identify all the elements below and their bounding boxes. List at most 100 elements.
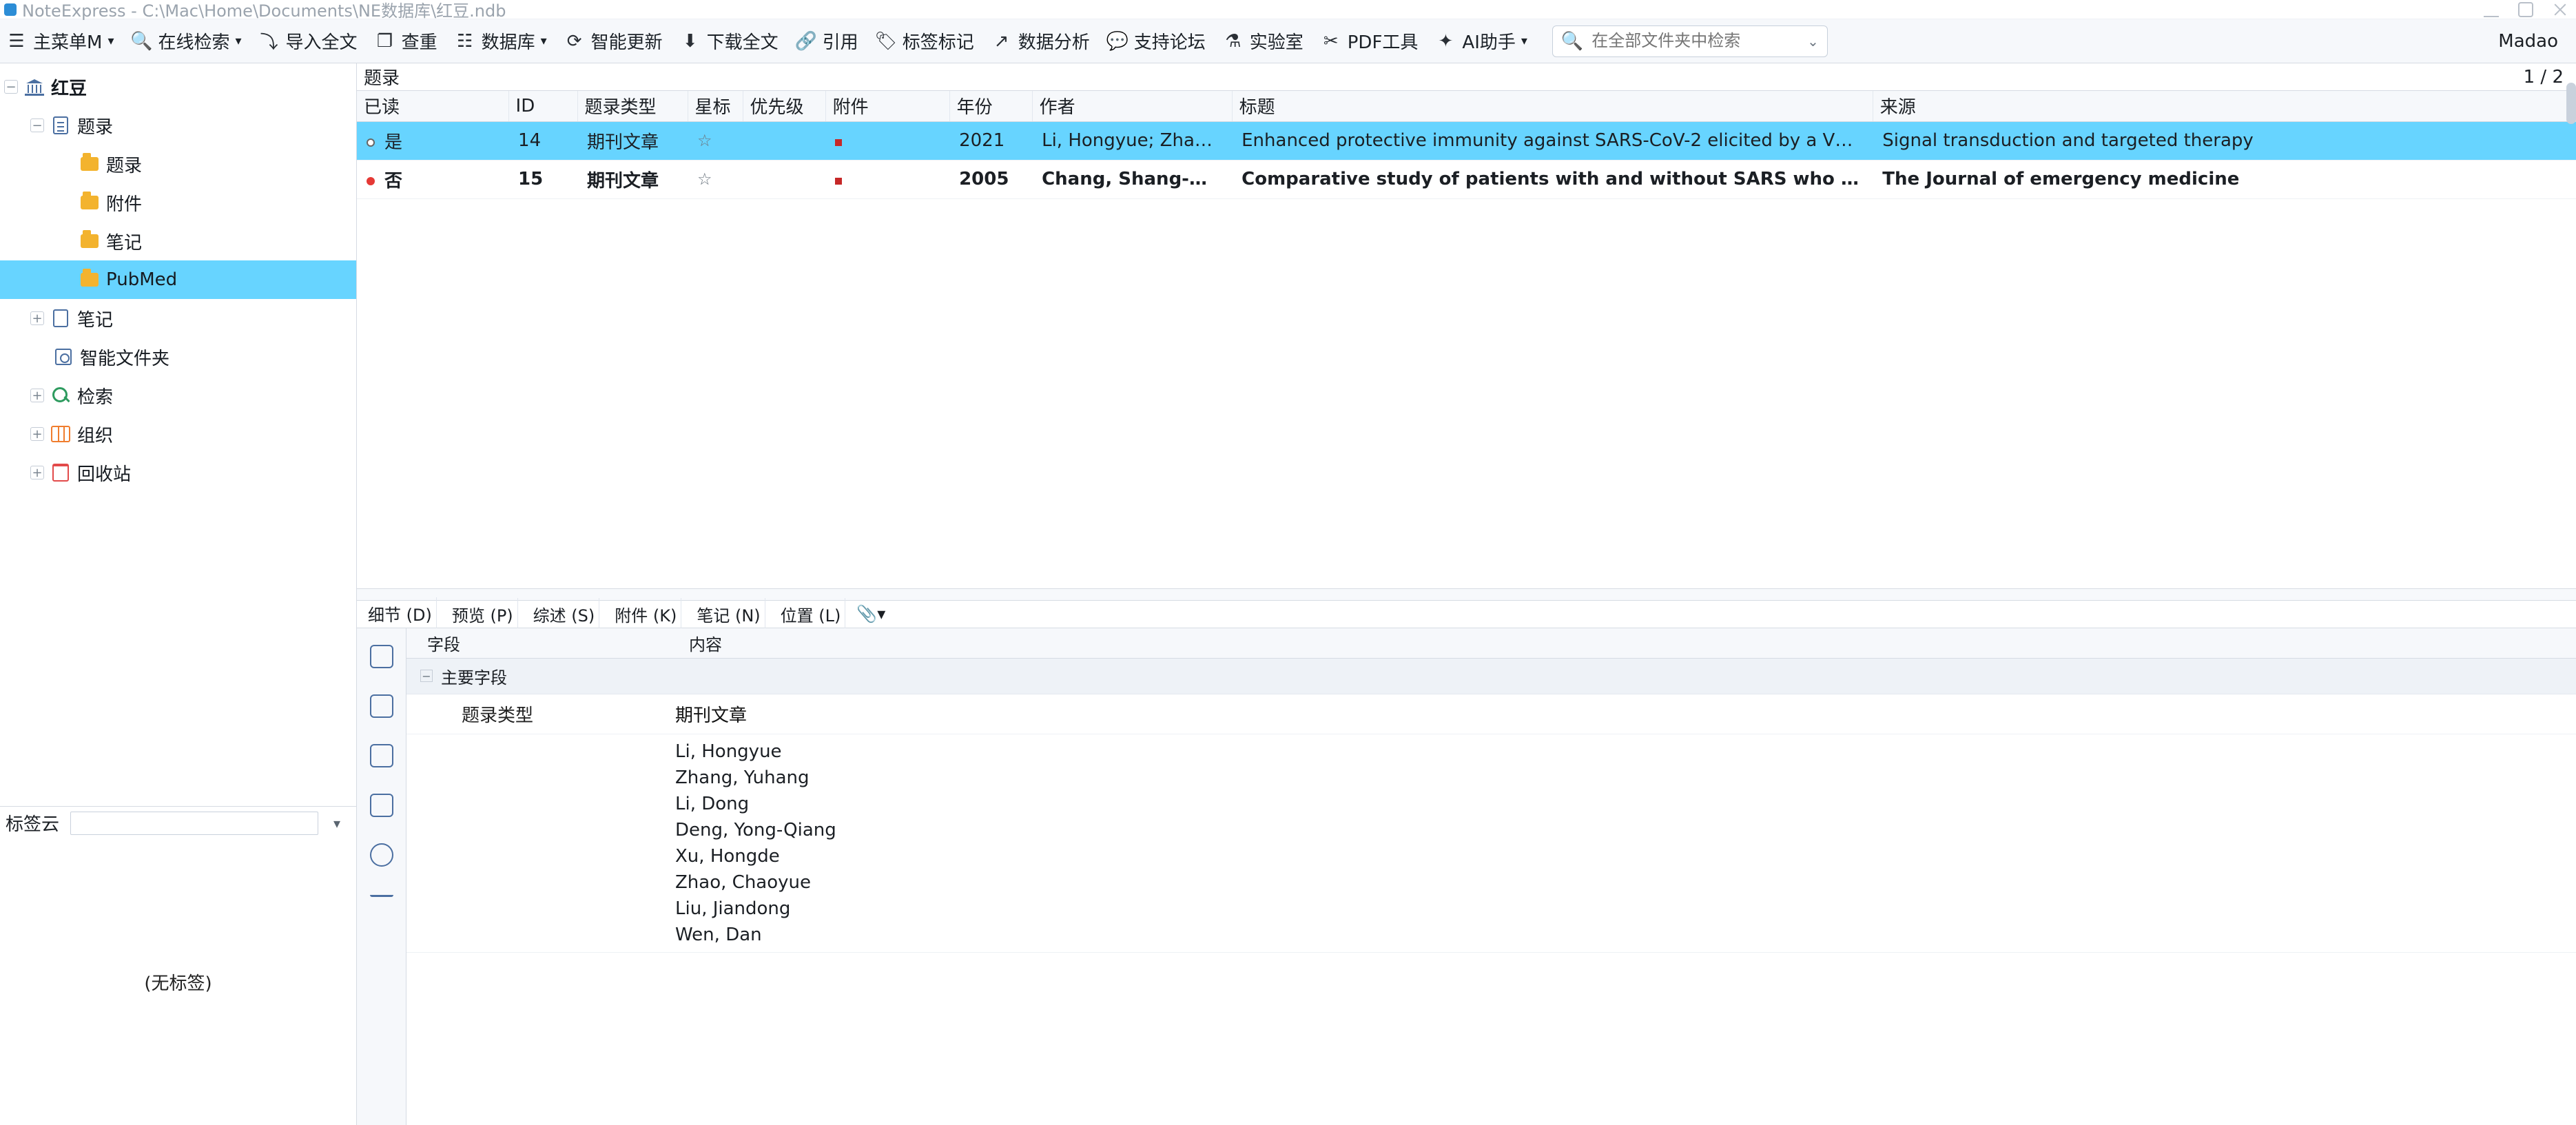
close-icon[interactable] xyxy=(2553,2,2568,17)
col-year[interactable]: 年份 xyxy=(949,91,1033,122)
toolbar-smart-update[interactable]: ⟳ 智能更新 xyxy=(565,28,663,54)
toolbar-duplicate-check[interactable]: ❐ 查重 xyxy=(375,28,437,54)
expand-icon[interactable]: + xyxy=(30,389,44,403)
tab-attachments[interactable]: 附件 (K) xyxy=(610,597,682,630)
chevron-down-icon: ▾ xyxy=(540,34,547,48)
expand-icon[interactable]: + xyxy=(30,311,44,326)
tab-summary[interactable]: 综述 (S) xyxy=(529,597,600,630)
eye-icon[interactable] xyxy=(369,843,393,867)
fields-col-field: 字段 xyxy=(427,634,460,654)
toolbar-support-forum[interactable]: 💬 支持论坛 xyxy=(1106,28,1206,54)
toolbar-import-fulltext[interactable]: ⤵ 导入全文 xyxy=(260,28,358,54)
col-type[interactable]: 题录类型 xyxy=(577,91,688,122)
col-attachment[interactable]: 附件 xyxy=(825,91,950,122)
toolbar-label: 在线检索 xyxy=(158,32,230,53)
toolbar-online-search[interactable]: 🔍 在线检索 ▾ xyxy=(130,28,241,54)
trend-icon[interactable] xyxy=(369,893,393,897)
detail-tabs: 细节 (D) 预览 (P) 综述 (S) 附件 (K) 笔记 (N) 位置 (L… xyxy=(357,597,2576,631)
authors-list[interactable]: Li, Hongyue Zhang, Yuhang Li, Dong Deng,… xyxy=(668,734,2576,952)
lock-icon[interactable] xyxy=(369,644,393,668)
toolbar-tag-mark[interactable]: 🏷 标签标记 xyxy=(874,28,974,54)
chevron-down-icon[interactable]: ⌄ xyxy=(1807,33,1819,50)
cell-title: Enhanced protective immunity against SAR… xyxy=(1232,121,1873,161)
tree-item-smart-folders[interactable]: 智能文件夹 xyxy=(0,338,356,376)
tree-root[interactable]: − 红豆 xyxy=(0,68,356,106)
expand-icon[interactable]: + xyxy=(30,466,44,480)
chevron-down-icon[interactable]: ▾ xyxy=(333,815,340,832)
tree-item-folder-citations[interactable]: 题录 xyxy=(0,145,356,183)
minimize-icon[interactable] xyxy=(2484,9,2499,17)
toolbar-label: 数据分析 xyxy=(1018,32,1090,53)
note-icon xyxy=(51,309,70,328)
star-icon[interactable]: ☆ xyxy=(697,131,712,150)
tree-item-search[interactable]: + 检索 xyxy=(0,376,356,415)
no-tags-text: (无标签) xyxy=(144,973,212,994)
col-source[interactable]: 来源 xyxy=(1873,91,2576,122)
tab-location[interactable]: 位置 (L) xyxy=(776,597,846,630)
tree-item-label: 笔记 xyxy=(77,309,114,331)
star-icon[interactable]: ☆ xyxy=(697,169,712,189)
tab-preview[interactable]: 预览 (P) xyxy=(448,597,518,630)
tab-notes[interactable]: 笔记 (N) xyxy=(692,597,765,630)
toolbar-database[interactable]: ☷ 数据库 ▾ xyxy=(455,28,547,54)
search-input-wrapper[interactable]: 🔍 ⌄ xyxy=(1552,25,1828,57)
maximize-icon[interactable] xyxy=(2518,1,2533,17)
collapse-icon[interactable]: − xyxy=(420,670,433,683)
expand-icon[interactable]: + xyxy=(30,427,44,442)
col-priority[interactable]: 优先级 xyxy=(743,91,826,122)
cell-star[interactable]: ☆ xyxy=(688,121,743,161)
tree-item-label: PubMed xyxy=(106,269,178,290)
col-star[interactable]: 星标 xyxy=(688,91,743,122)
toolbar-cite[interactable]: 🔗 引用 xyxy=(794,28,858,54)
pager: 1 / 2 xyxy=(2523,66,2564,87)
cell-star[interactable]: ☆ xyxy=(688,160,743,199)
fields-scrollbar[interactable] xyxy=(2566,83,2576,124)
collapse-icon[interactable]: − xyxy=(30,118,44,133)
record-icon[interactable] xyxy=(369,694,393,718)
tree-item-folder-attachments[interactable]: 附件 xyxy=(0,183,356,222)
col-id[interactable]: ID xyxy=(508,91,578,122)
main-toolbar: ☰ 主菜单M ▾ 🔍 在线检索 ▾ ⤵ 导入全文 ❐ 查重 ☷ 数据库 ▾ ⟳ 智能更… xyxy=(0,19,2576,63)
toolbar-main-menu[interactable]: ☰ 主菜单M ▾ xyxy=(7,28,114,54)
user-name[interactable]: Madao xyxy=(2498,31,2569,52)
col-author[interactable]: 作者 xyxy=(1032,91,1233,122)
note-icon[interactable] xyxy=(369,743,393,767)
search-input[interactable] xyxy=(1590,30,1801,52)
organize-icon xyxy=(51,424,70,444)
toolbar-label: 支持论坛 xyxy=(1133,32,1206,53)
fields-group[interactable]: − 主要字段 xyxy=(406,658,2576,694)
attachment-icon xyxy=(835,139,843,146)
tree-item-citations[interactable]: − 题录 xyxy=(0,106,356,145)
tree-item-organize[interactable]: + 组织 xyxy=(0,415,356,453)
tree-item-pubmed[interactable]: PubMed xyxy=(0,260,356,299)
toolbar-label: 主菜单M xyxy=(33,32,103,53)
cell-read[interactable]: 否 xyxy=(357,160,509,199)
tree-item-trash[interactable]: + 回收站 xyxy=(0,453,356,492)
paperclip-icon[interactable]: 📎▾ xyxy=(856,604,885,623)
title-bar: NoteExpress - C:\Mac\Home\Documents\NE数据… xyxy=(0,0,2576,21)
excel-icon[interactable] xyxy=(369,793,393,817)
tree-item-folder-notes[interactable]: 笔记 xyxy=(0,222,356,260)
read-indicator-icon xyxy=(367,138,375,147)
table-row[interactable]: 否 15 期刊文章 ☆ 2005 Chang, Shang-Mia. Compa… xyxy=(357,160,2576,199)
tree-item-notes[interactable]: + 笔记 xyxy=(0,299,356,338)
toolbar-lab[interactable]: ⚗ 实验室 xyxy=(1224,28,1304,54)
cell-read[interactable]: 是 xyxy=(357,121,509,161)
col-read[interactable]: 已读 xyxy=(357,91,509,122)
cell-title: Comparative study of patients with and w… xyxy=(1232,160,1873,199)
cell-attachment[interactable] xyxy=(825,121,950,161)
pane-divider[interactable] xyxy=(357,588,2576,601)
cell-attachment[interactable] xyxy=(825,160,950,199)
toolbar-data-analysis[interactable]: ↗ 数据分析 xyxy=(992,28,1090,54)
duplicate-icon: ❐ xyxy=(376,30,393,52)
author-item: Zhang, Yuhang xyxy=(675,767,810,788)
collapse-icon[interactable]: − xyxy=(4,80,18,94)
toolbar-pdf-tools[interactable]: ✂ PDF工具 xyxy=(1321,28,1419,54)
tab-details[interactable]: 细节 (D) xyxy=(364,597,437,631)
toolbar-ai-assistant[interactable]: ✦ AI助手 ▾ xyxy=(1436,28,1527,54)
col-title[interactable]: 标题 xyxy=(1232,91,1873,122)
tag-filter-input[interactable] xyxy=(70,811,319,835)
field-value[interactable]: 期刊文章 xyxy=(668,694,2576,734)
table-row[interactable]: 是 14 期刊文章 ☆ 2021 Li, Hongyue; Zhan… Enha… xyxy=(357,121,2576,161)
toolbar-download-fulltext[interactable]: ⬇ 下载全文 xyxy=(681,28,779,54)
